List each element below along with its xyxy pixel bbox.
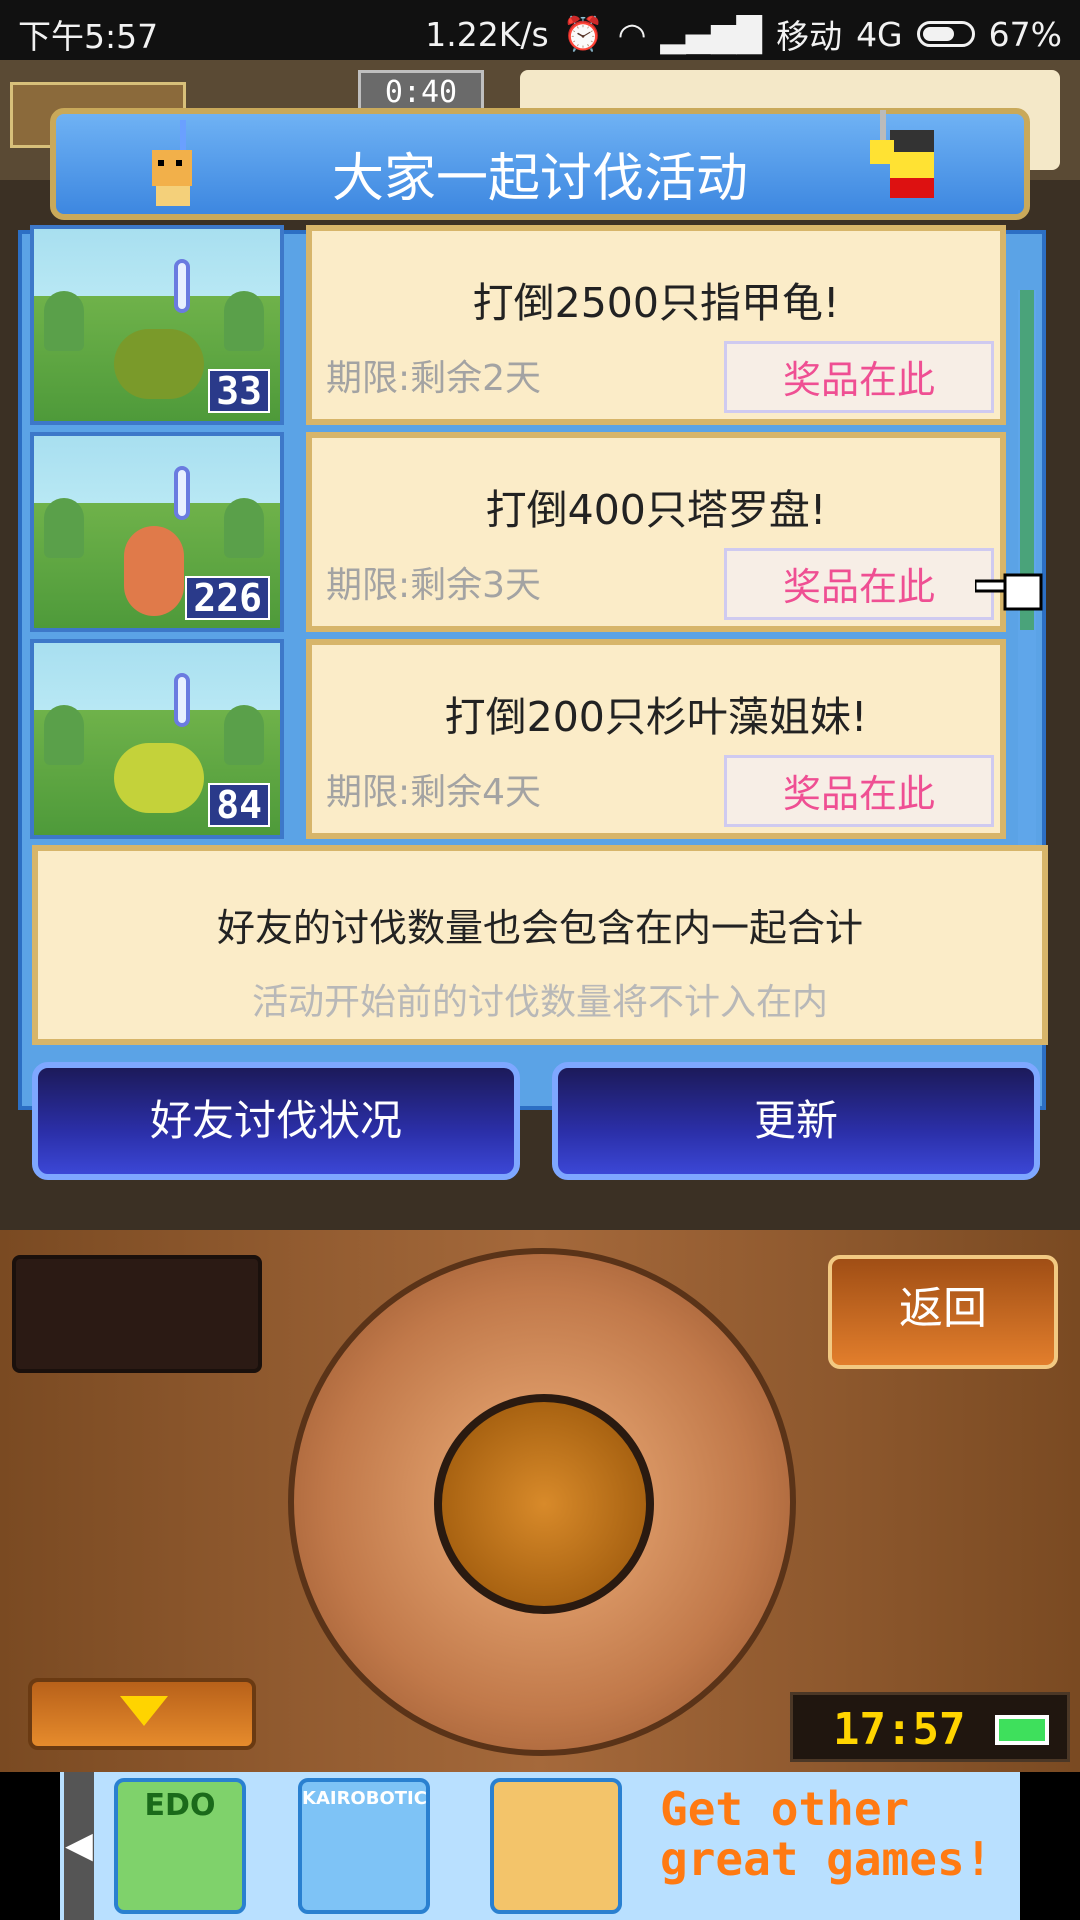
event-note: 好友的讨伐数量也会包含在内一起合计 活动开始前的讨伐数量将不计入在内 xyxy=(32,845,1048,1045)
note-line-1: 好友的讨伐数量也会包含在内一起合计 xyxy=(216,906,863,950)
quest-deadline: 期限:剩余3天 xyxy=(326,565,542,606)
wifi-icon: ◠ xyxy=(617,14,647,54)
status-bar: 下午5:57 1.22K/s ⏰ ◠ ▂▄▆█ 移动 4G 67% xyxy=(0,0,1080,60)
quest-title: 打倒400只塔罗盘! xyxy=(485,486,827,534)
quest-row-3[interactable]: 84 打倒200只杉叶藻姐妹! 期限:剩余4天 奖品在此 xyxy=(30,639,1006,839)
exclamation-icon xyxy=(174,259,190,313)
get-other-games-text[interactable]: Get other great games! xyxy=(660,1784,1020,1884)
cat-knight-sprite xyxy=(152,120,192,206)
quest-row-2[interactable]: 226 打倒400只塔罗盘! 期限:剩余3天 奖品在此 xyxy=(30,432,1006,632)
dpad-center-button[interactable] xyxy=(434,1394,654,1614)
game-area: 0:40 大家一起讨伐活动 33 打倒2500只指甲龟! 期限:剩余2天 奖品在… xyxy=(0,60,1080,1230)
ad-tile-label: KAIROBOTICA xyxy=(302,1788,430,1809)
status-right: 1.22K/s ⏰ ◠ ▂▄▆█ 移动 4G 67% xyxy=(425,10,1062,58)
warrior-sprite xyxy=(870,110,934,198)
exclamation-icon xyxy=(174,466,190,520)
seaweed-sisters-icon xyxy=(114,743,204,813)
quest-row-1[interactable]: 33 打倒2500只指甲龟! 期限:剩余2天 奖品在此 xyxy=(30,225,1006,425)
quest-thumbnail: 84 xyxy=(30,639,284,839)
quest-deadline: 期限:剩余4天 xyxy=(326,772,542,813)
defeat-count: 226 xyxy=(185,576,270,620)
alarm-icon: ⏰ xyxy=(562,14,604,53)
carrier-name: 移动 xyxy=(776,17,843,56)
pointer-hand-icon xyxy=(975,573,1043,611)
tarot-monster-icon xyxy=(124,526,184,616)
turtle-monster-icon xyxy=(114,329,204,399)
info-screen xyxy=(12,1255,262,1373)
ad-tile-label: EDO xyxy=(144,1788,216,1823)
ad-tile-edo[interactable]: EDO xyxy=(114,1778,246,1914)
status-time: 下午5:57 xyxy=(18,17,159,56)
quest-card: 打倒200只杉叶藻姐妹! 期限:剩余4天 奖品在此 xyxy=(306,639,1006,839)
ad-banner[interactable]: ◀ EDO KAIROBOTICA Get other great games! xyxy=(0,1772,1080,1920)
signal-icon: ▂▄▆█ xyxy=(660,14,763,54)
quest-title: 打倒200只杉叶藻姐妹! xyxy=(444,693,868,741)
battery-icon xyxy=(916,21,975,47)
prize-button[interactable]: 奖品在此 xyxy=(724,755,994,827)
quest-card: 打倒2500只指甲龟! 期限:剩余2天 奖品在此 xyxy=(306,225,1006,425)
quest-title: 打倒2500只指甲龟! xyxy=(472,279,840,327)
prize-button[interactable]: 奖品在此 xyxy=(724,548,994,620)
clock-time: 17:57 xyxy=(833,1704,966,1755)
ad-tile-kairobotica[interactable]: KAIROBOTICA xyxy=(298,1778,430,1914)
menu-down-button[interactable] xyxy=(28,1678,256,1750)
game-clock: 17:57 xyxy=(790,1692,1070,1762)
quest-deadline: 期限:剩余2天 xyxy=(326,358,542,399)
ad-tile-restaurant[interactable] xyxy=(490,1778,622,1914)
ad-content[interactable]: ◀ EDO KAIROBOTICA Get other great games! xyxy=(60,1772,1020,1920)
battery-percent: 67% xyxy=(988,14,1062,54)
friend-status-button[interactable]: 好友讨伐状况 xyxy=(32,1062,520,1180)
defeat-count: 33 xyxy=(208,369,270,413)
defeat-count: 84 xyxy=(208,783,270,827)
note-line-2: 活动开始前的讨伐数量将不计入在内 xyxy=(251,982,828,1023)
network-type: 4G xyxy=(856,14,903,54)
network-speed: 1.22K/s xyxy=(425,14,549,54)
dpad-dial[interactable] xyxy=(288,1248,796,1756)
exclamation-icon xyxy=(174,673,190,727)
battery-icon xyxy=(995,1715,1049,1745)
ad-left-arrow-icon[interactable]: ◀ xyxy=(64,1772,94,1920)
controller-console: 返回 17:57 xyxy=(0,1230,1080,1772)
refresh-button[interactable]: 更新 xyxy=(552,1062,1040,1180)
quest-thumbnail: 33 xyxy=(30,225,284,425)
quest-thumbnail: 226 xyxy=(30,432,284,632)
back-button[interactable]: 返回 xyxy=(828,1255,1058,1369)
down-arrow-icon xyxy=(120,1696,168,1726)
prize-button[interactable]: 奖品在此 xyxy=(724,341,994,413)
quest-card: 打倒400只塔罗盘! 期限:剩余3天 奖品在此 xyxy=(306,432,1006,632)
